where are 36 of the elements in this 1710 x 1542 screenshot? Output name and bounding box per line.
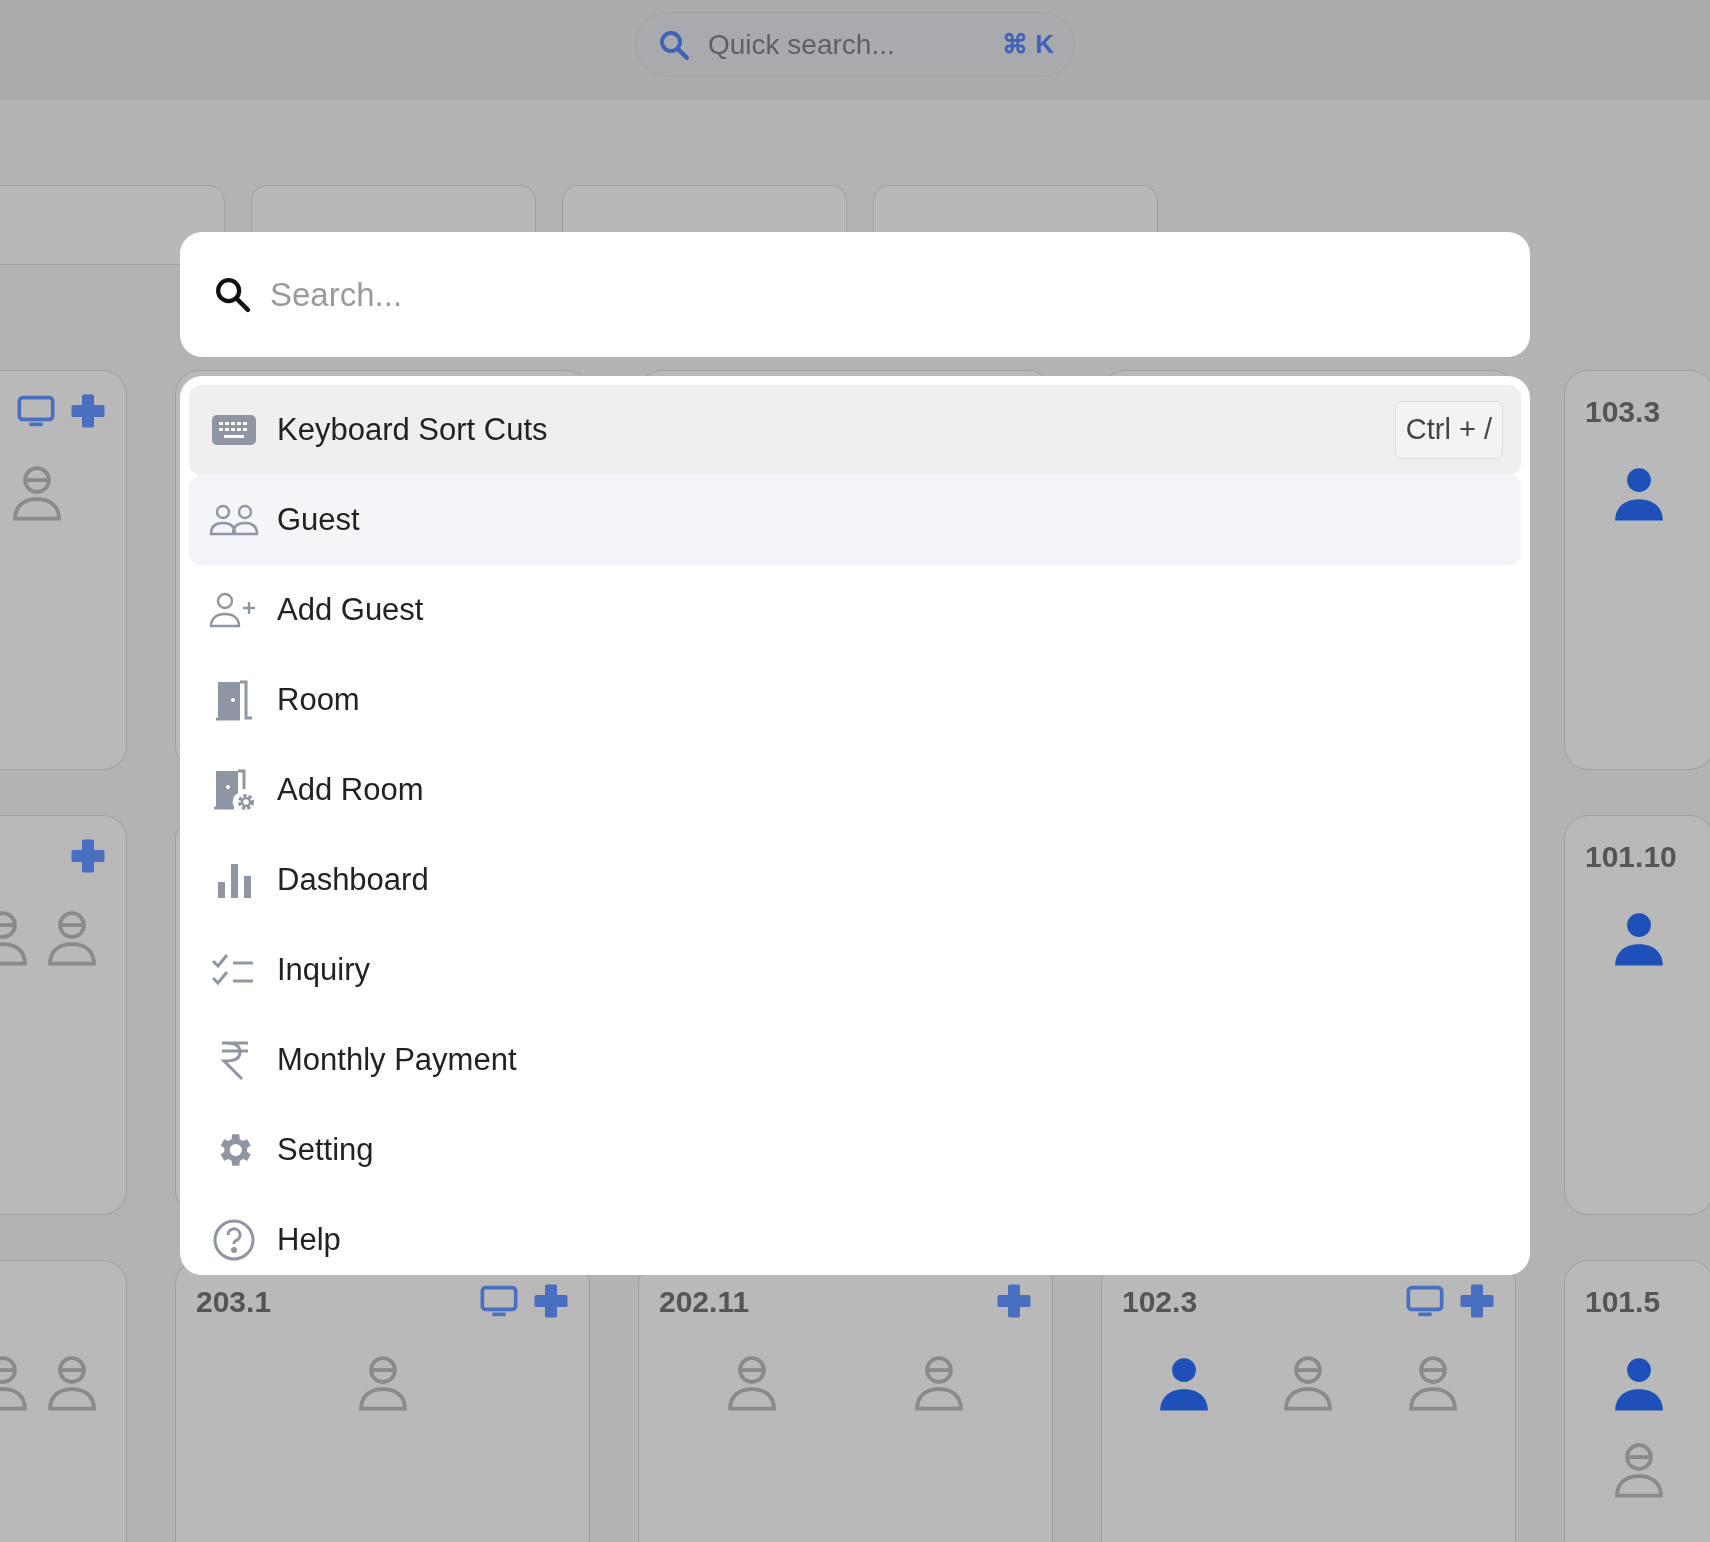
menu-item-label: Monthly Payment xyxy=(277,1040,518,1079)
keyboard-icon xyxy=(212,415,256,445)
menu-item-label: Guest xyxy=(277,500,361,539)
menu-item[interactable]: Keyboard Sort Cuts Ctrl + / xyxy=(189,385,1521,475)
room-card[interactable] xyxy=(0,815,127,1215)
room-number: 202.11 xyxy=(659,1283,751,1320)
menu-item-label: Add Room xyxy=(277,770,425,809)
filter-dropdown[interactable] xyxy=(0,185,225,265)
door-icon xyxy=(213,678,255,722)
search-field[interactable]: Search... xyxy=(180,232,1530,357)
menu-item-label: Keyboard Sort Cuts xyxy=(277,410,549,449)
menu-item[interactable]: Guest xyxy=(189,475,1521,565)
filter-dropdown[interactable] xyxy=(562,185,847,232)
door-gear-icon xyxy=(211,767,257,813)
room-card[interactable]: 101.10 xyxy=(1564,815,1710,1215)
menu-item-label: Help xyxy=(277,1220,342,1259)
room-number: 102.3 xyxy=(1122,1283,1199,1320)
help-icon xyxy=(212,1218,256,1262)
menu-item-label: Room xyxy=(277,680,361,719)
room-card[interactable]: 101.5 xyxy=(1564,1260,1710,1542)
people-icon xyxy=(209,504,259,536)
menu-item-label: Inquiry xyxy=(277,950,372,989)
menu-item-label: Dashboard xyxy=(277,860,430,899)
menu-item-label: Setting xyxy=(277,1130,375,1169)
room-number: 103.3 xyxy=(1585,393,1662,430)
room-card[interactable] xyxy=(0,370,127,770)
shortcut-key: Ctrl + / xyxy=(1394,401,1503,459)
room-number: 203.1 xyxy=(196,1283,273,1320)
filter-dropdown[interactable] xyxy=(873,185,1158,232)
room-number: 101.10 xyxy=(1585,838,1678,875)
filter-dropdown[interactable] xyxy=(251,185,536,232)
search-placeholder: Quick search... xyxy=(708,27,896,62)
menu-item-label: Add Guest xyxy=(277,590,425,629)
room-number: 101.5 xyxy=(1585,1283,1662,1320)
room-card[interactable]: 103.3 xyxy=(1564,370,1710,770)
shortcut-hint: ⌘ K xyxy=(1002,28,1054,61)
